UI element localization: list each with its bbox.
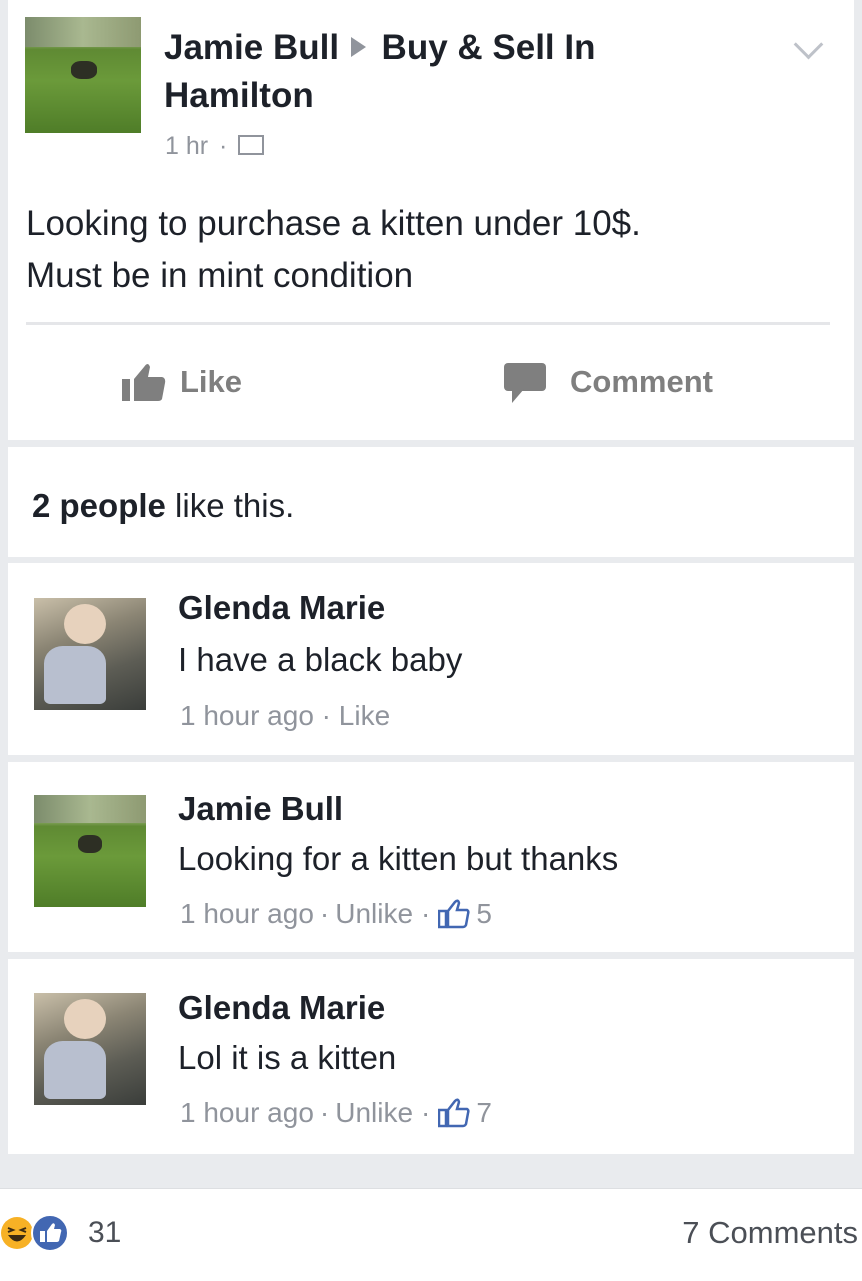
comment-time[interactable]: 1 hour ago (180, 700, 314, 731)
likers-link[interactable]: 2 people (32, 487, 166, 524)
group-name[interactable]: Buy & Sell In (382, 28, 596, 67)
post-text: Looking to purchase a kitten under 10$. … (26, 204, 641, 295)
comment-button[interactable]: Comment (502, 360, 713, 404)
post-footer: 31 7 Comments (0, 1188, 862, 1281)
comment-item: Jamie Bull Looking for a kitten but than… (8, 762, 854, 952)
comment-unlike-action[interactable]: Unlike (335, 898, 413, 930)
comment-text: I have a black baby (178, 641, 463, 678)
comment-author[interactable]: Jamie Bull (178, 790, 343, 828)
comment-author[interactable]: Glenda Marie (178, 989, 385, 1027)
haha-reaction-icon (1, 1217, 33, 1249)
group-name-cont[interactable]: Hamilton (164, 76, 314, 115)
like-button[interactable]: Like (120, 360, 242, 404)
post-card: Jamie Bull Buy & Sell In Hamilton 1 hr ·… (8, 0, 854, 440)
commenter-avatar[interactable] (34, 993, 146, 1105)
comment-time[interactable]: 1 hour ago (180, 898, 314, 930)
author-name[interactable]: Jamie Bull (164, 28, 339, 67)
comment-icon (504, 363, 546, 403)
comment-meta: 1 hour ago · Like (180, 700, 391, 731)
comment-text: Looking for a kitten but thanks (178, 840, 619, 877)
comment-meta: 1 hour ago · Unlike · 7 (180, 1097, 492, 1129)
arrow-right-icon (350, 37, 366, 57)
divider (26, 322, 830, 325)
likes-summary-text: like this. (165, 487, 295, 524)
comments-count-link[interactable]: 7 Comments (682, 1215, 858, 1251)
comment-unlike-action[interactable]: Unlike (335, 1097, 413, 1129)
comment-meta: 1 hour ago · Unlike · 5 (180, 898, 492, 930)
comment-time[interactable]: 1 hour ago (180, 1097, 314, 1129)
like-reaction-icon (31, 1214, 69, 1252)
group-audience-icon (238, 135, 265, 155)
comment-author[interactable]: Glenda Marie (178, 589, 385, 627)
comment-like-count[interactable]: 7 (476, 1097, 492, 1129)
chevron-down-icon[interactable] (793, 29, 824, 60)
comment-text: Lol it is a kitten (178, 1039, 397, 1076)
like-count-icon (438, 1098, 470, 1128)
commenter-avatar[interactable] (34, 598, 146, 710)
comment-item: Glenda Marie I have a black baby 1 hour … (8, 563, 854, 755)
author-avatar[interactable] (25, 17, 141, 133)
thumbs-up-icon (122, 364, 166, 401)
commenter-avatar[interactable] (34, 795, 146, 907)
like-count-icon (438, 899, 470, 929)
post-time[interactable]: 1 hr (165, 132, 208, 160)
reactions-count: 31 (88, 1216, 122, 1249)
likes-summary: 2 people like this. (8, 447, 854, 557)
post-header: Jamie Bull Buy & Sell In Hamilton (164, 24, 595, 120)
reactions-summary[interactable]: 31 (0, 1213, 121, 1253)
comment-item: Glenda Marie Lol it is a kitten 1 hour a… (8, 959, 854, 1154)
comment-like-action[interactable]: Like (339, 700, 390, 731)
post-meta: 1 hr · (165, 132, 265, 161)
comment-like-count[interactable]: 5 (476, 898, 492, 930)
